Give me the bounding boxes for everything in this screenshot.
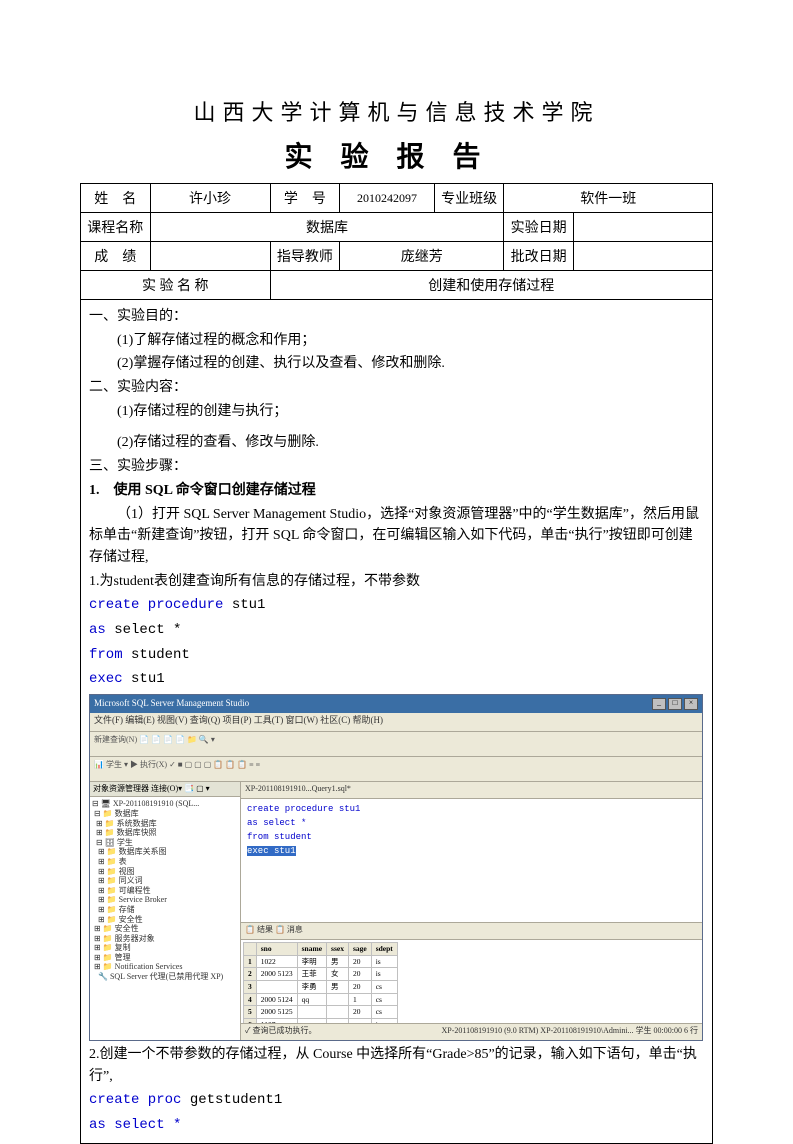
teacher-value: 庞继芳 [340,242,504,271]
code-text: stu1 [223,597,265,613]
course-label: 课程名称 [81,213,151,242]
code-text: getstudent1 [181,1092,282,1108]
window-titlebar: Microsoft SQL Server Management Studio _… [90,695,702,713]
id-value: 2010242097 [340,184,435,213]
id-label: 学 号 [270,184,340,213]
status-left: ✓ 查询已成功执行。 [245,1025,316,1039]
window-title: Microsoft SQL Server Management Studio [94,697,249,711]
toolbar-1[interactable]: 新建查询(N) 📄 📄 📄 📄 📁 🔍 ▾ [90,732,702,757]
sec1-title: 一、实验目的： [89,306,704,328]
course-value: 数据库 [150,213,504,242]
class-label: 专业班级 [434,184,504,213]
sec3-title: 三、实验步骤： [89,456,704,478]
window-controls[interactable]: _ □ × [652,698,698,710]
teacher-label: 指导教师 [270,242,340,271]
sec1-item1: (1)了解存储过程的概念和作用； [89,330,704,352]
code1-intro: 1.为student表创建查询所有信息的存储过程，不带参数 [89,571,704,593]
sec2-item2: (2)存储过程的查看、修改与删除. [89,432,704,454]
code-text: select * [106,622,182,638]
expname-value: 创建和使用存储过程 [270,271,712,300]
info-table: 姓 名 许小珍 学 号 2010242097 专业班级 软件一班 课程名称 数据… [80,183,713,300]
ssms-screenshot: Microsoft SQL Server Management Studio _… [89,694,703,1041]
expname-label: 实 验 名 称 [81,271,271,300]
name-value: 许小珍 [150,184,270,213]
object-explorer[interactable]: 对象资源管理器 连接(O)▾ 📑 ▢ ▾ ⊟ 🖥 XP-201108191910… [90,782,241,1040]
report-title: 实验报告 [80,135,713,175]
score-value [150,242,270,271]
code-text: stu1 [123,671,165,687]
code-keyword: from [89,647,123,663]
code-text: student [123,647,190,663]
report-body: 一、实验目的： (1)了解存储过程的概念和作用； (2)掌握存储过程的创建、执行… [80,300,713,1144]
object-explorer-header: 对象资源管理器 连接(O)▾ 📑 ▢ ▾ [90,782,240,797]
sec2-title: 二、实验内容： [89,377,704,399]
score-label: 成 绩 [81,242,151,271]
code-keyword: as [89,622,106,638]
sec2-item1: (1)存储过程的创建与执行； [89,401,704,423]
status-right: XP-201108191910 (9.0 RTM) XP-20110819191… [442,1025,698,1039]
code-keyword: exec [89,671,123,687]
close-icon[interactable]: × [684,698,698,710]
toolbar-2[interactable]: 📊 学生 ▾ ▶ 执行(X) ✓ ■ ▢ ▢ ▢ 📋 📋 📋 ≡ ≡ [90,757,702,782]
name-label: 姓 名 [81,184,151,213]
review-value [573,242,712,271]
step1-desc: （1）打开 SQL Server Management Studio，选择“对象… [89,504,704,569]
review-label: 批改日期 [504,242,574,271]
class-value: 软件一班 [504,184,713,213]
code-editor[interactable]: create procedure stu1 as select * from s… [241,799,702,923]
date-label: 实验日期 [504,213,574,242]
results-grid[interactable]: snosnamessexsagesdept11022李明男20is22000 5… [241,940,702,1023]
status-bar: ✓ 查询已成功执行。 XP-201108191910 (9.0 RTM) XP-… [241,1023,702,1040]
code-keyword: create procedure [89,597,223,613]
sec1-item2: (2)掌握存储过程的创建、执行以及查看、修改和删除. [89,353,704,375]
code2-intro: 2.创建一个不带参数的存储过程，从 Course 中选择所有“Grade>85”… [89,1044,704,1087]
results-tabs[interactable]: 📋 结果 📋 消息 [241,923,702,940]
step1-title: 1. 使用 SQL 命令窗口创建存储过程 [89,480,704,502]
menu-bar[interactable]: 文件(F) 编辑(E) 视图(V) 查询(Q) 项目(P) 工具(T) 窗口(W… [90,713,702,732]
code-keyword: as select * [89,1117,181,1133]
code-keyword: create proc [89,1092,181,1108]
maximize-icon[interactable]: □ [668,698,682,710]
date-value [573,213,712,242]
institution-title: 山西大学计算机与信息技术学院 [80,95,713,127]
minimize-icon[interactable]: _ [652,698,666,710]
editor-tab[interactable]: XP-201108191910...Query1.sql* [241,782,702,799]
